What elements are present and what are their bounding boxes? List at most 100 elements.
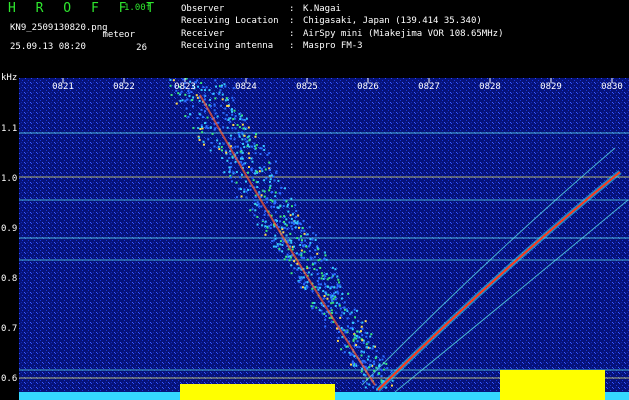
echo-speckle xyxy=(239,115,242,118)
echo-speckle xyxy=(254,196,257,199)
echo-speckle xyxy=(343,306,346,309)
echo-speckle xyxy=(264,225,267,228)
info-antenna: Receiving antenna: Maspro FM-3 xyxy=(181,40,363,51)
echo-speckle xyxy=(355,334,358,337)
echo-speckle xyxy=(254,209,257,212)
echo-speckle xyxy=(273,205,276,208)
echo-speckle xyxy=(243,190,246,193)
echo-speckle xyxy=(271,200,274,203)
echo-speckle xyxy=(240,188,243,191)
echo-speckle xyxy=(302,283,305,286)
echo-speckle xyxy=(333,286,336,289)
echo-speckle xyxy=(323,312,326,315)
echo-speckle xyxy=(356,346,359,349)
echo-speckle xyxy=(314,234,317,237)
echo-speckle xyxy=(231,108,234,111)
echo-speckle xyxy=(303,256,306,259)
echo-speckle xyxy=(251,176,254,179)
echo-speckle xyxy=(273,239,276,242)
echo-speckle xyxy=(368,383,371,386)
echo-speckle xyxy=(365,343,368,346)
spectrogram-waterfall[interactable] xyxy=(19,78,629,400)
echo-speckle xyxy=(324,292,327,295)
echo-speckle xyxy=(269,199,272,202)
echo-speckle xyxy=(232,171,235,174)
echo-speckle xyxy=(243,134,246,137)
echo-speckle xyxy=(319,266,322,269)
echo-speckle xyxy=(241,138,244,141)
echo-speckle xyxy=(283,215,286,218)
echo-speckle xyxy=(310,273,313,276)
echo-speckle xyxy=(308,226,311,229)
echo-speckle xyxy=(331,300,334,303)
echo-speckle xyxy=(295,209,298,212)
echo-speckle xyxy=(177,92,180,95)
echo-speckle xyxy=(312,232,315,235)
echo-speckle xyxy=(268,161,271,164)
echo-speckle xyxy=(270,174,273,177)
echo-speckle xyxy=(361,321,364,324)
echo-speckle xyxy=(340,314,343,317)
echo-speckle xyxy=(343,301,346,304)
echo-speckle xyxy=(187,115,190,118)
echo-speckle xyxy=(252,179,255,182)
echo-speckle xyxy=(317,288,320,291)
echo-speckle xyxy=(316,280,319,283)
echo-speckle xyxy=(331,266,334,269)
echo-speckle xyxy=(227,118,230,121)
echo-speckle xyxy=(276,243,279,246)
x-tick-label: 0824 xyxy=(235,82,257,92)
echo-speckle xyxy=(362,373,365,376)
echo-speckle xyxy=(282,205,285,208)
echo-speckle xyxy=(372,345,375,348)
echo-speckle xyxy=(254,147,257,150)
noise-floor-peak xyxy=(500,370,605,400)
echo-speckle xyxy=(279,220,282,223)
echo-speckle xyxy=(241,163,244,166)
echo-speckle xyxy=(271,191,274,194)
echo-speckle xyxy=(285,234,288,237)
echo-speckle xyxy=(341,311,344,314)
echo-speckle xyxy=(234,115,237,118)
echo-speckle xyxy=(302,219,305,222)
echo-speckle xyxy=(217,121,220,124)
echo-speckle xyxy=(281,250,284,253)
echo-speckle xyxy=(216,139,219,142)
echo-speckle xyxy=(220,84,223,87)
echo-speckle xyxy=(324,318,327,321)
echo-speckle xyxy=(297,267,300,270)
echo-speckle xyxy=(224,85,227,88)
echo-speckle xyxy=(212,92,215,95)
echo-speckle xyxy=(276,206,279,209)
echo-speckle xyxy=(304,239,307,242)
x-tick-label: 0827 xyxy=(418,82,440,92)
echo-speckle xyxy=(373,362,376,365)
echo-speckle xyxy=(355,344,358,347)
echo-speckle xyxy=(320,259,323,262)
echo-speckle xyxy=(331,276,334,279)
echo-speckle xyxy=(347,292,350,295)
echo-speckle xyxy=(248,156,251,159)
echo-speckle xyxy=(337,292,340,295)
echo-speckle xyxy=(231,96,234,99)
echo-speckle xyxy=(296,222,299,225)
echo-speckle xyxy=(334,291,337,294)
echo-speckle xyxy=(240,161,243,164)
echo-speckle xyxy=(366,332,369,335)
echo-speckle xyxy=(265,177,268,180)
echo-speckle xyxy=(241,157,244,160)
echo-speckle xyxy=(310,305,313,308)
echo-speckle xyxy=(231,110,234,113)
echo-speckle xyxy=(316,245,319,248)
echo-speckle xyxy=(245,190,248,193)
echo-speckle xyxy=(301,277,304,280)
echo-speckle xyxy=(291,221,294,224)
echo-speckle xyxy=(323,251,326,254)
y-tick-label: 1.1 xyxy=(1,124,18,134)
echo-speckle xyxy=(329,294,332,297)
echo-speckle xyxy=(247,126,250,129)
echo-speckle xyxy=(275,245,278,248)
echo-speckle xyxy=(340,297,343,300)
echo-speckle xyxy=(309,238,312,241)
echo-speckle xyxy=(303,229,306,232)
